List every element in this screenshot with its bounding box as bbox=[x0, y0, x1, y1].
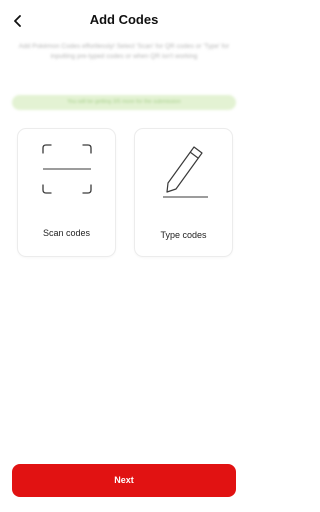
header-bar: Add Codes bbox=[0, 0, 248, 40]
type-codes-card[interactable]: Type codes bbox=[134, 128, 233, 257]
next-button[interactable]: Next bbox=[12, 464, 236, 497]
scan-codes-label: Scan codes bbox=[42, 228, 91, 238]
instructions-text: Add Pokémon Codes effortlessly! Select '… bbox=[18, 43, 230, 60]
scan-frame-icon bbox=[18, 143, 115, 203]
page-title: Add Codes bbox=[89, 12, 159, 27]
info-banner: You will be getting 3/5 more for the sub… bbox=[12, 95, 236, 110]
pencil-icon bbox=[135, 143, 232, 203]
scan-codes-card[interactable]: Scan codes bbox=[17, 128, 116, 257]
type-codes-label: Type codes bbox=[160, 230, 207, 240]
